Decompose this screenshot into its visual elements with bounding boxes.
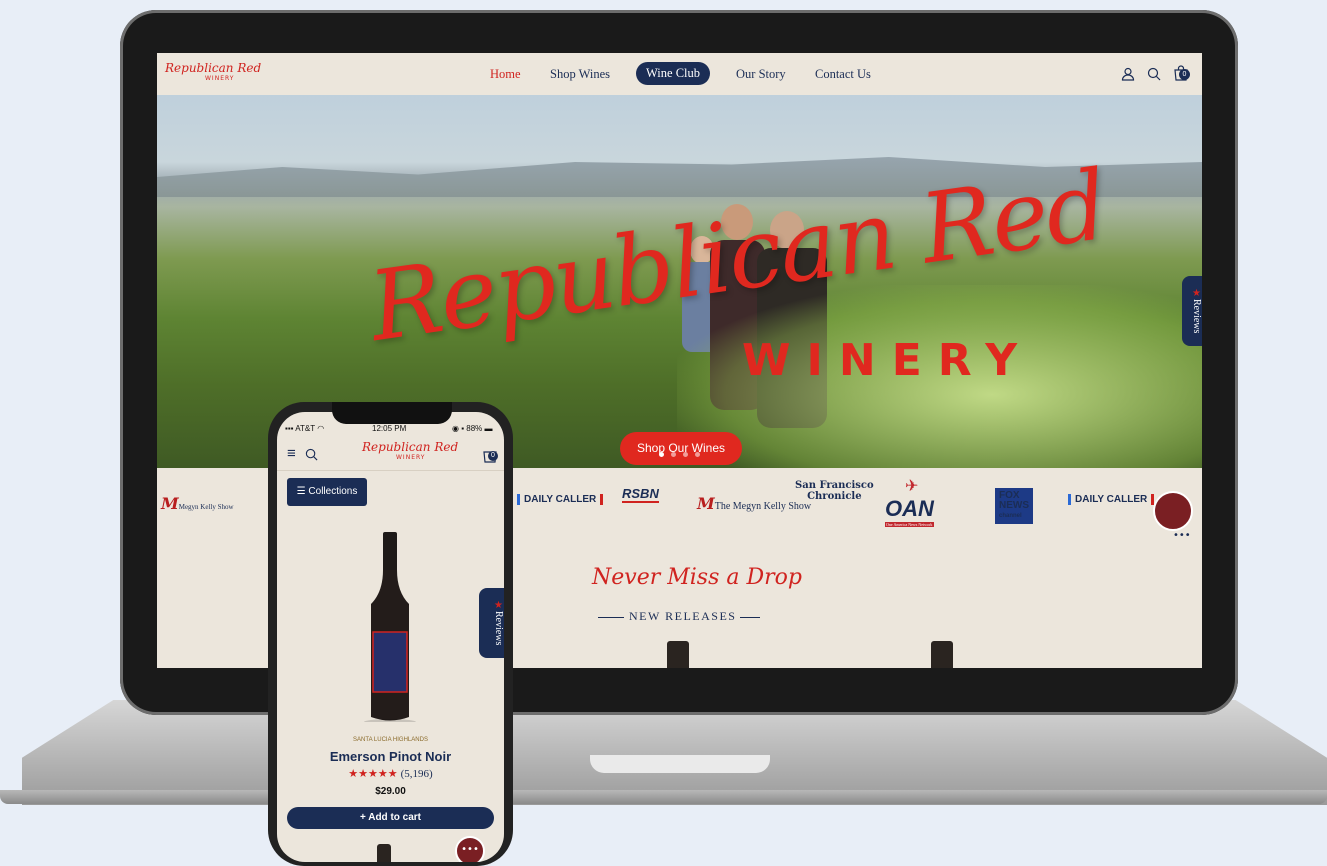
status-time: 12:05 PM bbox=[372, 424, 407, 433]
product-region: SANTA LUCIA HIGHLANDS bbox=[353, 737, 428, 743]
phone-logo[interactable]: Republican Red WINERY bbox=[362, 440, 458, 461]
carousel-dot[interactable] bbox=[695, 452, 700, 457]
chat-button[interactable]: ••• bbox=[1153, 491, 1193, 541]
nav-wine-club[interactable]: Wine Club bbox=[636, 62, 711, 85]
media-logo-oan: ✈ OAN One America News Network bbox=[885, 478, 934, 527]
header-divider bbox=[277, 470, 504, 471]
collections-button[interactable]: ☰ Collections bbox=[287, 478, 367, 506]
product-bottle-preview[interactable] bbox=[931, 641, 953, 668]
nav-home[interactable]: Home bbox=[490, 67, 521, 82]
site-logo[interactable]: Republican Red WINERY bbox=[165, 61, 261, 82]
divider-left bbox=[598, 617, 624, 618]
media-logo-daily-caller-2: DAILY CALLER bbox=[1068, 494, 1155, 505]
reviews-side-tab[interactable]: ★Reviews bbox=[1182, 276, 1202, 346]
nav-our-story[interactable]: Our Story bbox=[736, 67, 786, 82]
site-header: Republican Red WINERY Home Shop Wines Wi… bbox=[157, 53, 1202, 96]
carousel-dot-active[interactable] bbox=[659, 452, 664, 457]
hero-subtitle: WINERY bbox=[742, 335, 1034, 386]
cart-icon[interactable]: 0 bbox=[482, 447, 498, 463]
product-name[interactable]: Emerson Pinot Noir bbox=[277, 749, 504, 764]
reviews-tab-label: Reviews bbox=[1191, 299, 1202, 334]
search-icon[interactable] bbox=[305, 448, 318, 461]
product-rating: ★★★★★ (5,196) bbox=[277, 767, 504, 780]
logo-sub: WINERY bbox=[205, 75, 235, 82]
product-price: $29.00 bbox=[375, 786, 406, 797]
product-bottle-preview[interactable] bbox=[667, 641, 689, 668]
media-logo-megyn-2: MThe Megyn Kelly Show bbox=[697, 494, 812, 513]
rating-count: (5,196) bbox=[400, 768, 433, 780]
laptop-notch bbox=[590, 755, 770, 773]
media-logo-megyn: MMegyn Kelly Show bbox=[161, 494, 234, 513]
chat-icon: ••• bbox=[461, 844, 479, 855]
media-logo-fox-news: FOX NEWS channel bbox=[995, 488, 1033, 524]
laptop-base-edge bbox=[0, 790, 1327, 804]
eagle-icon: ✈ bbox=[905, 478, 919, 495]
status-carrier: ▪▪▪ AT&T ◠ bbox=[285, 424, 325, 433]
section-title: Never Miss a Drop bbox=[592, 565, 802, 590]
shop-our-wines-button[interactable]: Shop Our Wines bbox=[620, 432, 742, 465]
nav-shop-wines[interactable]: Shop Wines bbox=[550, 67, 610, 82]
divider-right bbox=[740, 617, 760, 618]
media-logo-daily-caller: DAILY CALLER bbox=[517, 494, 604, 505]
wine-bottle-image[interactable] bbox=[361, 532, 419, 722]
nav-contact-us[interactable]: Contact Us bbox=[815, 67, 871, 82]
carousel-dot[interactable] bbox=[671, 452, 676, 457]
chat-button[interactable]: ••• bbox=[455, 836, 485, 862]
cart-count-badge: 0 bbox=[488, 451, 498, 461]
reviews-tab-label: Reviews bbox=[493, 611, 504, 646]
search-icon[interactable] bbox=[1147, 67, 1161, 81]
logo-script: Republican Red bbox=[165, 61, 262, 75]
cart-count-badge: 0 bbox=[1179, 69, 1190, 80]
add-to-cart-button[interactable]: + Add to cart bbox=[287, 807, 494, 829]
next-product-bottle[interactable] bbox=[377, 844, 391, 862]
carousel-dot[interactable] bbox=[683, 452, 688, 457]
rating-stars-icon: ★★★★★ bbox=[348, 768, 398, 780]
reviews-side-tab[interactable]: ★Reviews bbox=[479, 588, 504, 658]
chat-icon: ••• bbox=[1173, 530, 1191, 541]
filter-icon: ☰ bbox=[296, 486, 309, 497]
account-icon[interactable] bbox=[1121, 67, 1135, 81]
phone-notch bbox=[332, 402, 452, 424]
logo-sub: WINERY bbox=[396, 454, 426, 461]
cart-icon[interactable]: 0 bbox=[1173, 65, 1190, 81]
media-logo-rsbn: RSBN bbox=[622, 486, 659, 503]
star-icon: ★ bbox=[1191, 288, 1202, 300]
status-battery: ◉ ▪ 88% ▬ bbox=[452, 424, 493, 433]
section-subtitle: NEW RELEASES bbox=[629, 609, 737, 623]
star-icon: ★ bbox=[493, 600, 504, 612]
hamburger-menu-icon[interactable]: ≡ bbox=[287, 445, 296, 462]
media-logo-sf-chronicle: San Francisco Chronicle bbox=[795, 480, 874, 502]
logo-script: Republican Red bbox=[362, 440, 459, 454]
phone-screen: ▪▪▪ AT&T ◠ 12:05 PM ◉ ▪ 88% ▬ ≡ Republic… bbox=[277, 412, 504, 862]
